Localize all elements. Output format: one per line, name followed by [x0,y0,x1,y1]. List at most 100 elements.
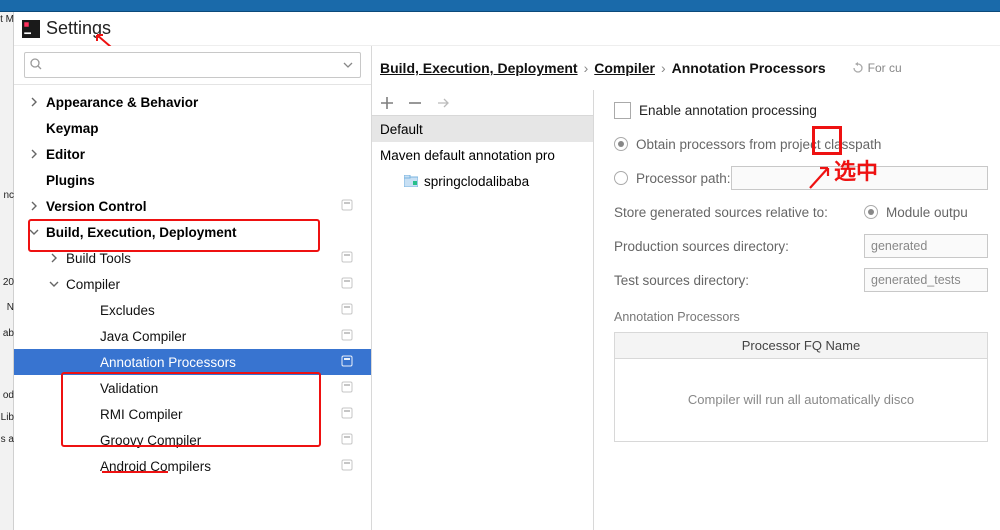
tree-arrow-icon[interactable] [48,278,60,290]
background-editor-gutter: t M nc 20 N ab od Lib s a [0,12,14,530]
nav-item-label: RMI Compiler [100,407,183,422]
nav-item-label: Compiler [66,277,120,292]
breadcrumb-part[interactable]: Compiler [594,60,655,76]
tree-arrow-icon[interactable] [28,200,40,212]
annotation-arrow-icon [806,162,836,192]
annotation-processors-panel: Enable annotation processing Obtain proc… [594,90,1000,530]
test-dir-label: Test sources directory: [614,273,864,288]
processors-table[interactable]: Processor FQ Name Compiler will run all … [614,332,988,442]
restore-label: For cu [868,61,902,75]
profile-item[interactable]: springclodalibaba [372,168,593,194]
module-icon [404,175,418,187]
gutter-text: s a [0,434,14,445]
annotation-highlight-box [812,126,842,155]
intellij-icon [22,20,40,38]
project-scope-icon [341,459,353,471]
project-scope-icon [341,251,353,263]
chevron-down-icon[interactable] [343,60,353,70]
tree-arrow-icon[interactable] [48,252,60,264]
gutter-text: t M [0,14,14,25]
nav-item-build-tools[interactable]: Build Tools [14,245,371,271]
project-scope-icon [341,355,353,367]
prod-dir-input[interactable]: generated [864,234,988,258]
move-right-icon[interactable] [436,96,450,110]
search-icon [30,58,42,70]
gutter-text: nc [0,190,14,201]
processor-path-label: Processor path: [636,171,731,186]
nav-item-appearance-behavior[interactable]: Appearance & Behavior [14,89,371,115]
remove-icon[interactable] [408,96,422,110]
settings-tree[interactable]: Appearance & Behavior Keymap Editor Plugins… [14,85,371,530]
store-value-label: Module outpu [886,205,968,220]
profile-item[interactable]: Maven default annotation pro [372,142,593,168]
app-window-chrome [0,0,1000,12]
project-scope-icon [341,433,353,445]
annotation-text-cn: 选中 [834,154,878,186]
nav-item-label: Plugins [46,173,95,188]
obtain-label: Obtain processors from project classpath [636,137,881,152]
project-scope-icon [341,329,353,341]
nav-item-label: Java Compiler [100,329,186,344]
nav-item-rmi-compiler[interactable]: RMI Compiler [14,401,371,427]
ap-section-title: Annotation Processors [614,310,988,324]
project-scope-icon [341,407,353,419]
profile-item-label: Maven default annotation pro [380,148,555,163]
restore-defaults-link[interactable]: For cu [852,61,902,75]
nav-item-plugins[interactable]: Plugins [14,167,371,193]
enable-label: Enable annotation processing [639,103,817,118]
breadcrumb: Build, Execution, Deployment › Compiler … [372,46,1000,90]
profile-list-panel: Default Maven default annotation pro sprin… [372,90,594,530]
processors-table-header: Processor FQ Name [615,333,987,359]
enable-annotation-processing-checkbox[interactable] [614,102,631,119]
nav-item-label: Annotation Processors [100,355,236,370]
nav-item-label: Build Tools [66,251,131,266]
nav-item-compiler[interactable]: Compiler [14,271,371,297]
annotation-strike-line [102,471,168,473]
nav-item-keymap[interactable]: Keymap [14,115,371,141]
profile-item-label: Default [380,122,423,137]
nav-item-version-control[interactable]: Version Control [14,193,371,219]
breadcrumb-leaf: Annotation Processors [672,60,826,76]
gutter-text: Lib [0,412,14,423]
nav-item-label: Keymap [46,121,99,136]
gutter-text: N [0,302,14,313]
tree-arrow-icon[interactable] [28,96,40,108]
nav-item-label: Excludes [100,303,155,318]
store-relative-label: Store generated sources relative to: [614,205,864,220]
settings-search-input[interactable] [24,52,361,78]
nav-item-java-compiler[interactable]: Java Compiler [14,323,371,349]
store-module-output-radio[interactable] [864,205,878,219]
project-scope-icon [341,381,353,393]
prod-dir-label: Production sources directory: [614,239,864,254]
nav-item-label: Validation [100,381,158,396]
tree-arrow-icon[interactable] [28,226,40,238]
dialog-titlebar: Settings [0,12,1000,46]
test-dir-input[interactable]: generated_tests [864,268,988,292]
breadcrumb-part[interactable]: Build, Execution, Deployment [380,60,578,76]
add-icon[interactable] [380,96,394,110]
gutter-text: ab [0,328,14,339]
nav-item-android-compilers[interactable]: Android Compilers [14,453,371,479]
profile-item[interactable]: Default [372,116,593,142]
nav-item-label: Build, Execution, Deployment [46,225,237,240]
nav-item-editor[interactable]: Editor [14,141,371,167]
processor-path-radio[interactable] [614,171,628,185]
obtain-from-classpath-radio[interactable] [614,137,628,151]
chevron-right-icon: › [661,60,666,76]
gutter-text: 20 [0,277,14,288]
chevron-right-icon: › [584,60,589,76]
gutter-text: od [0,390,14,401]
nav-item-excludes[interactable]: Excludes [14,297,371,323]
project-scope-icon [341,277,353,289]
nav-item-validation[interactable]: Validation [14,375,371,401]
project-scope-icon [341,199,353,211]
nav-item-label: Editor [46,147,85,162]
nav-item-annotation-processors[interactable]: Annotation Processors [14,349,371,375]
nav-item-label: Version Control [46,199,147,214]
tree-arrow-icon[interactable] [28,148,40,160]
settings-nav: Appearance & Behavior Keymap Editor Plugins… [14,46,372,530]
processors-table-empty: Compiler will run all automatically disc… [615,359,987,439]
nav-item-groovy-compiler[interactable]: Groovy Compiler [14,427,371,453]
project-scope-icon [341,303,353,315]
nav-item-build-execution-deployment[interactable]: Build, Execution, Deployment [14,219,371,245]
